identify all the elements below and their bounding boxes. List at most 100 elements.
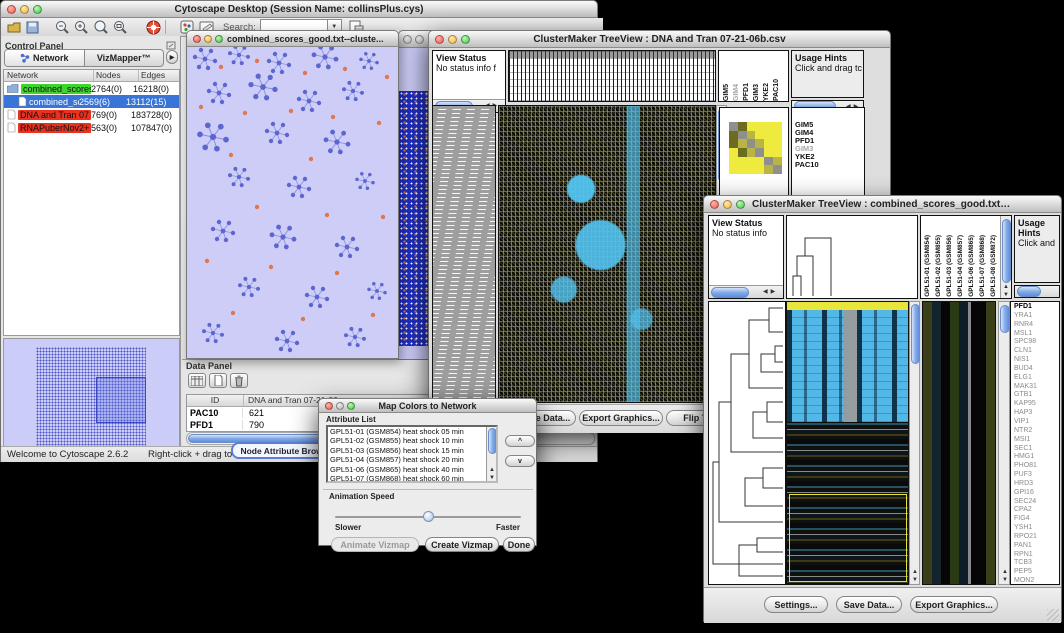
view-status-scrollbar[interactable]: ◀▶	[709, 285, 783, 298]
done-button[interactable]: Done	[503, 537, 535, 552]
col-network[interactable]: Network	[4, 70, 94, 81]
column-label: GIM5	[722, 84, 732, 101]
heatmap-cell	[747, 139, 756, 148]
close-button[interactable]	[7, 5, 16, 14]
attribute-item[interactable]: GPL51-02 (GSM855) heat shock 10 min	[328, 436, 488, 445]
more-tabs-button[interactable]: ▶	[166, 50, 178, 64]
export-graphics-button[interactable]: Export Graphics...	[910, 596, 998, 613]
open-session-icon[interactable]	[7, 21, 22, 34]
zoom-button[interactable]	[33, 5, 42, 14]
dense-network-region[interactable]	[399, 91, 431, 346]
save-session-icon[interactable]	[26, 21, 39, 34]
selected-cluster-heatmap[interactable]	[922, 301, 996, 585]
gene-label: SEC24	[1014, 498, 1059, 507]
heatmap-cell	[764, 139, 773, 148]
gene-label: MON2	[1014, 577, 1059, 585]
minimize-button[interactable]	[448, 35, 457, 44]
export-graphics-button[interactable]: Export Graphics...	[579, 410, 663, 426]
treeview-dna-titlebar[interactable]: ClusterMaker TreeView : DNA and Tran 07-…	[428, 30, 891, 48]
zoom-out-icon[interactable]	[55, 20, 70, 34]
main-heatmap[interactable]	[786, 301, 909, 585]
network-window-1: combined_scores_good.txt--cluste...	[186, 30, 399, 359]
heatmap-vscrollbar[interactable]: ▲▼	[909, 301, 920, 585]
col-id[interactable]: ID	[187, 395, 244, 406]
column-dendrogram[interactable]	[786, 215, 918, 299]
attribute-item[interactable]: GPL51-03 (GSM856) heat shock 15 min	[328, 446, 488, 455]
move-down-button[interactable]: v	[505, 455, 535, 467]
panel-tab-bar: Network VizMapper™	[4, 49, 164, 67]
col-edges[interactable]: Edges	[139, 70, 179, 81]
tab-vizmapper[interactable]: VizMapper™	[85, 50, 164, 66]
attribute-item[interactable]: GPL51-04 (GSM857) heat shock 20 min	[328, 455, 488, 464]
network-row[interactable]: combined_scores 2764(0) 16218(0)	[4, 82, 179, 95]
attribute-item[interactable]: GPL51-07 (GSM868) heat shock 60 min	[328, 474, 488, 483]
slider-thumb[interactable]	[423, 511, 434, 522]
tab-network[interactable]: Network	[5, 50, 85, 66]
view-status-panel: View Status No status info f ◀▶	[432, 50, 506, 113]
gene-label: NIS1	[1014, 356, 1059, 365]
attribute-item[interactable]: GPL51-06 (GSM865) heat shock 40 min	[328, 465, 488, 474]
document-icon	[7, 122, 16, 133]
help-lifering-icon[interactable]	[146, 20, 161, 35]
column-label: PAC10	[772, 79, 782, 101]
zoom-button[interactable]	[347, 402, 355, 410]
gene-label: PEP5	[1014, 568, 1059, 577]
usage-hints-panel: Usage Hints Click and drag tc	[791, 50, 864, 98]
move-up-button[interactable]: ^	[505, 435, 535, 447]
zoom-button[interactable]	[736, 200, 745, 209]
network-tab-icon	[20, 53, 30, 63]
resize-grip[interactable]	[1047, 609, 1059, 621]
zoom-selected-icon[interactable]	[93, 20, 109, 34]
close-button[interactable]	[710, 200, 719, 209]
close-button[interactable]	[435, 35, 444, 44]
minimize-button[interactable]	[20, 5, 29, 14]
column-labels-scrollbar[interactable]: ▲▼	[1000, 216, 1011, 298]
zoom-button[interactable]	[215, 35, 223, 43]
gene-list-scrollbar[interactable]: ▲▼	[998, 301, 1010, 585]
save-data-button[interactable]: Save Data...	[836, 596, 902, 613]
settings-button[interactable]: Settings...	[764, 596, 828, 613]
main-window-title: Cytoscape Desktop (Session Name: collins…	[1, 4, 597, 15]
minimize-button[interactable]	[723, 200, 732, 209]
animation-speed-label: Animation Speed	[326, 492, 397, 501]
col-nodes[interactable]: Nodes	[94, 70, 139, 81]
usage-hints-title: Usage Hints	[792, 51, 863, 63]
create-vizmap-button[interactable]: Create Vizmap	[425, 537, 499, 552]
heatmap-cell	[755, 139, 764, 148]
heatmap-cell	[747, 157, 756, 166]
zoom-fit-icon[interactable]	[113, 20, 128, 34]
birds-eye-selection[interactable]	[96, 377, 146, 423]
network-row-selected[interactable]: combined_sco 2569(6) 13112(15)	[4, 95, 179, 108]
close-button[interactable]	[325, 402, 333, 410]
minimize-button[interactable]	[204, 35, 212, 43]
zoom-button[interactable]	[461, 35, 470, 44]
treeview-combined-titlebar[interactable]: ClusterMaker TreeView : combined_scores_…	[703, 195, 1062, 213]
usage-hints-scrollbar[interactable]	[1014, 285, 1060, 298]
attribute-item[interactable]: GPL51-01 (GSM854) heat shock 05 min	[328, 427, 488, 436]
dialog-titlebar[interactable]: Map Colors to Network	[318, 398, 537, 413]
close-button[interactable]	[403, 35, 412, 44]
row-dendrogram[interactable]	[432, 105, 496, 403]
gene-label: PHO81	[1014, 462, 1059, 471]
close-button[interactable]	[193, 35, 201, 43]
column-label: GIM4	[732, 84, 742, 101]
delete-attribute-icon[interactable]	[230, 373, 248, 388]
heatmap-cell	[764, 157, 773, 166]
main-heatmap[interactable]	[498, 105, 716, 403]
column-dendrogram[interactable]	[508, 50, 716, 102]
network-row[interactable]: DNA and Tran 07 769(0) 183728(0)	[4, 108, 179, 121]
animation-slider[interactable]	[335, 511, 521, 523]
select-attributes-icon[interactable]	[188, 373, 206, 388]
network-row[interactable]: RNAPuberNov2+ 563(0) 107847(0)	[4, 121, 179, 134]
zoom-in-icon[interactable]	[74, 20, 89, 34]
network-canvas[interactable]	[186, 47, 399, 359]
cluster-gene-list: PFD1YRA1RNR4MSL1SPC98CLN1NIS1BUD4ELG1MAK…	[1010, 301, 1060, 585]
new-attribute-icon[interactable]	[209, 373, 227, 388]
minimize-button[interactable]	[415, 35, 424, 44]
main-titlebar[interactable]: Cytoscape Desktop (Session Name: collins…	[0, 0, 598, 18]
view-status-text: No status info f	[433, 63, 505, 73]
attribute-list-scrollbar[interactable]: ▲▼	[486, 427, 496, 481]
row-dendrogram[interactable]	[708, 301, 786, 585]
birds-eye-view[interactable]	[3, 338, 180, 456]
cluster-mini-heatmap[interactable]	[729, 122, 782, 174]
